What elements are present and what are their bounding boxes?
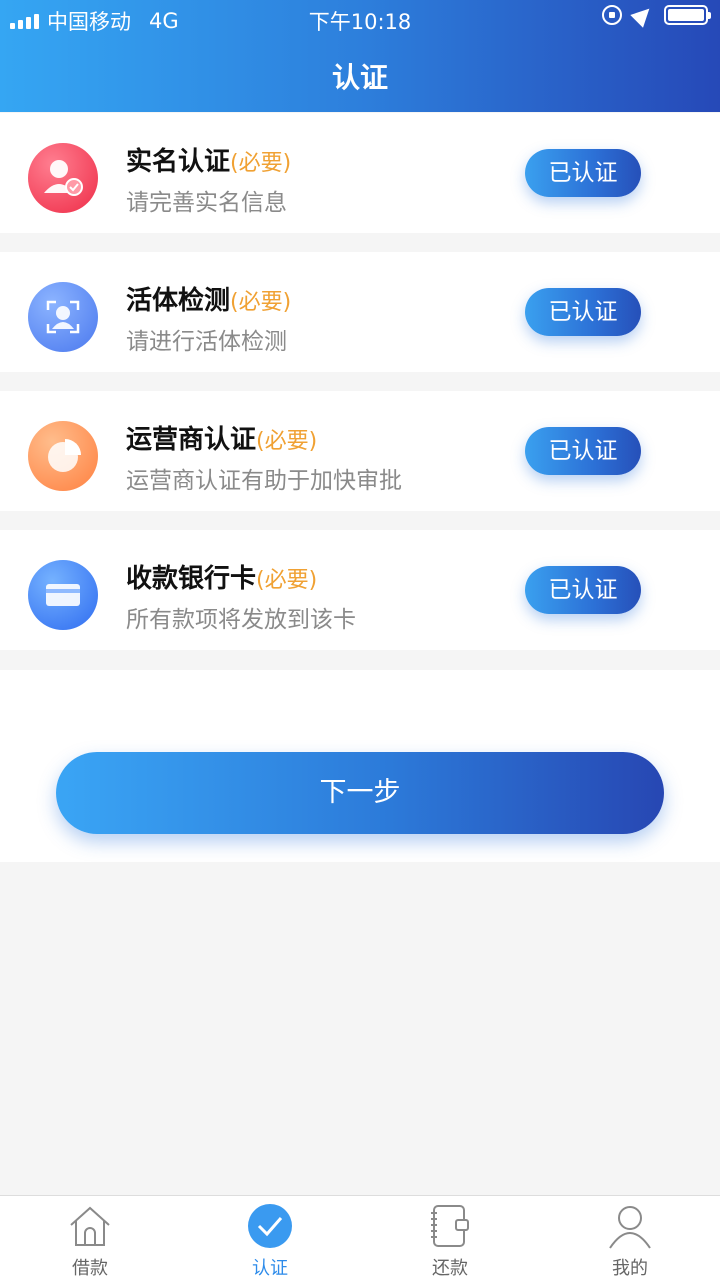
- verify-item-desc: 请进行活体检测: [126, 329, 287, 355]
- check-circle-icon: [248, 1204, 292, 1248]
- tab-label: 我的: [612, 1258, 648, 1279]
- verified-button[interactable]: 已认证: [525, 566, 641, 614]
- status-bar: 中国移动 4G 下午10:18: [0, 0, 720, 36]
- tab-repay[interactable]: 还款: [360, 1196, 540, 1280]
- profile-icon: [609, 1206, 651, 1249]
- home-icon: [70, 1206, 110, 1246]
- tab-loan[interactable]: 借款: [0, 1196, 180, 1280]
- next-step-button[interactable]: 下一步: [56, 752, 664, 834]
- rotation-lock-icon: [602, 5, 622, 25]
- verified-button[interactable]: 已认证: [525, 288, 641, 336]
- battery-icon: [664, 5, 711, 25]
- verified-button[interactable]: 已认证: [525, 149, 641, 197]
- verify-item-carrier[interactable]: 运营商认证(必要) 运营商认证有助于加快审批 已认证: [0, 391, 720, 511]
- verify-item-realname[interactable]: 实名认证(必要) 请完善实名信息 已认证: [0, 113, 720, 233]
- verify-item-desc: 运营商认证有助于加快审批: [126, 468, 402, 494]
- verify-item-title: 运营商认证(必要): [126, 425, 318, 455]
- verify-item-desc: 请完善实名信息: [126, 190, 287, 216]
- tab-label: 还款: [432, 1258, 468, 1279]
- verify-item-bankcard[interactable]: 收款银行卡(必要) 所有款项将发放到该卡 已认证: [0, 530, 720, 650]
- verify-item-title: 实名认证(必要): [126, 147, 292, 177]
- wallet-icon: [431, 1205, 469, 1247]
- verified-button[interactable]: 已认证: [525, 427, 641, 475]
- verify-item-title: 收款银行卡(必要): [126, 564, 318, 594]
- tab-mine[interactable]: 我的: [540, 1196, 720, 1280]
- tab-verify[interactable]: 认证: [180, 1196, 360, 1280]
- face-scan-icon: [28, 282, 98, 352]
- location-icon: [630, 2, 656, 28]
- next-step-section: 下一步: [0, 670, 720, 862]
- pie-chart-icon: [28, 421, 98, 491]
- bank-card-icon: [28, 560, 98, 630]
- app-header: 中国移动 4G 下午10:18 认证: [0, 0, 720, 112]
- user-verify-icon: [28, 143, 98, 213]
- page-title: 认证: [331, 61, 388, 94]
- verify-item-desc: 所有款项将发放到该卡: [126, 607, 356, 633]
- tab-label: 借款: [72, 1258, 108, 1279]
- bottom-tab-bar: 借款 认证 还款 我的: [0, 1195, 720, 1280]
- verify-item-liveness[interactable]: 活体检测(必要) 请进行活体检测 已认证: [0, 252, 720, 372]
- verify-item-title: 活体检测(必要): [126, 286, 292, 316]
- tab-label: 认证: [252, 1258, 288, 1279]
